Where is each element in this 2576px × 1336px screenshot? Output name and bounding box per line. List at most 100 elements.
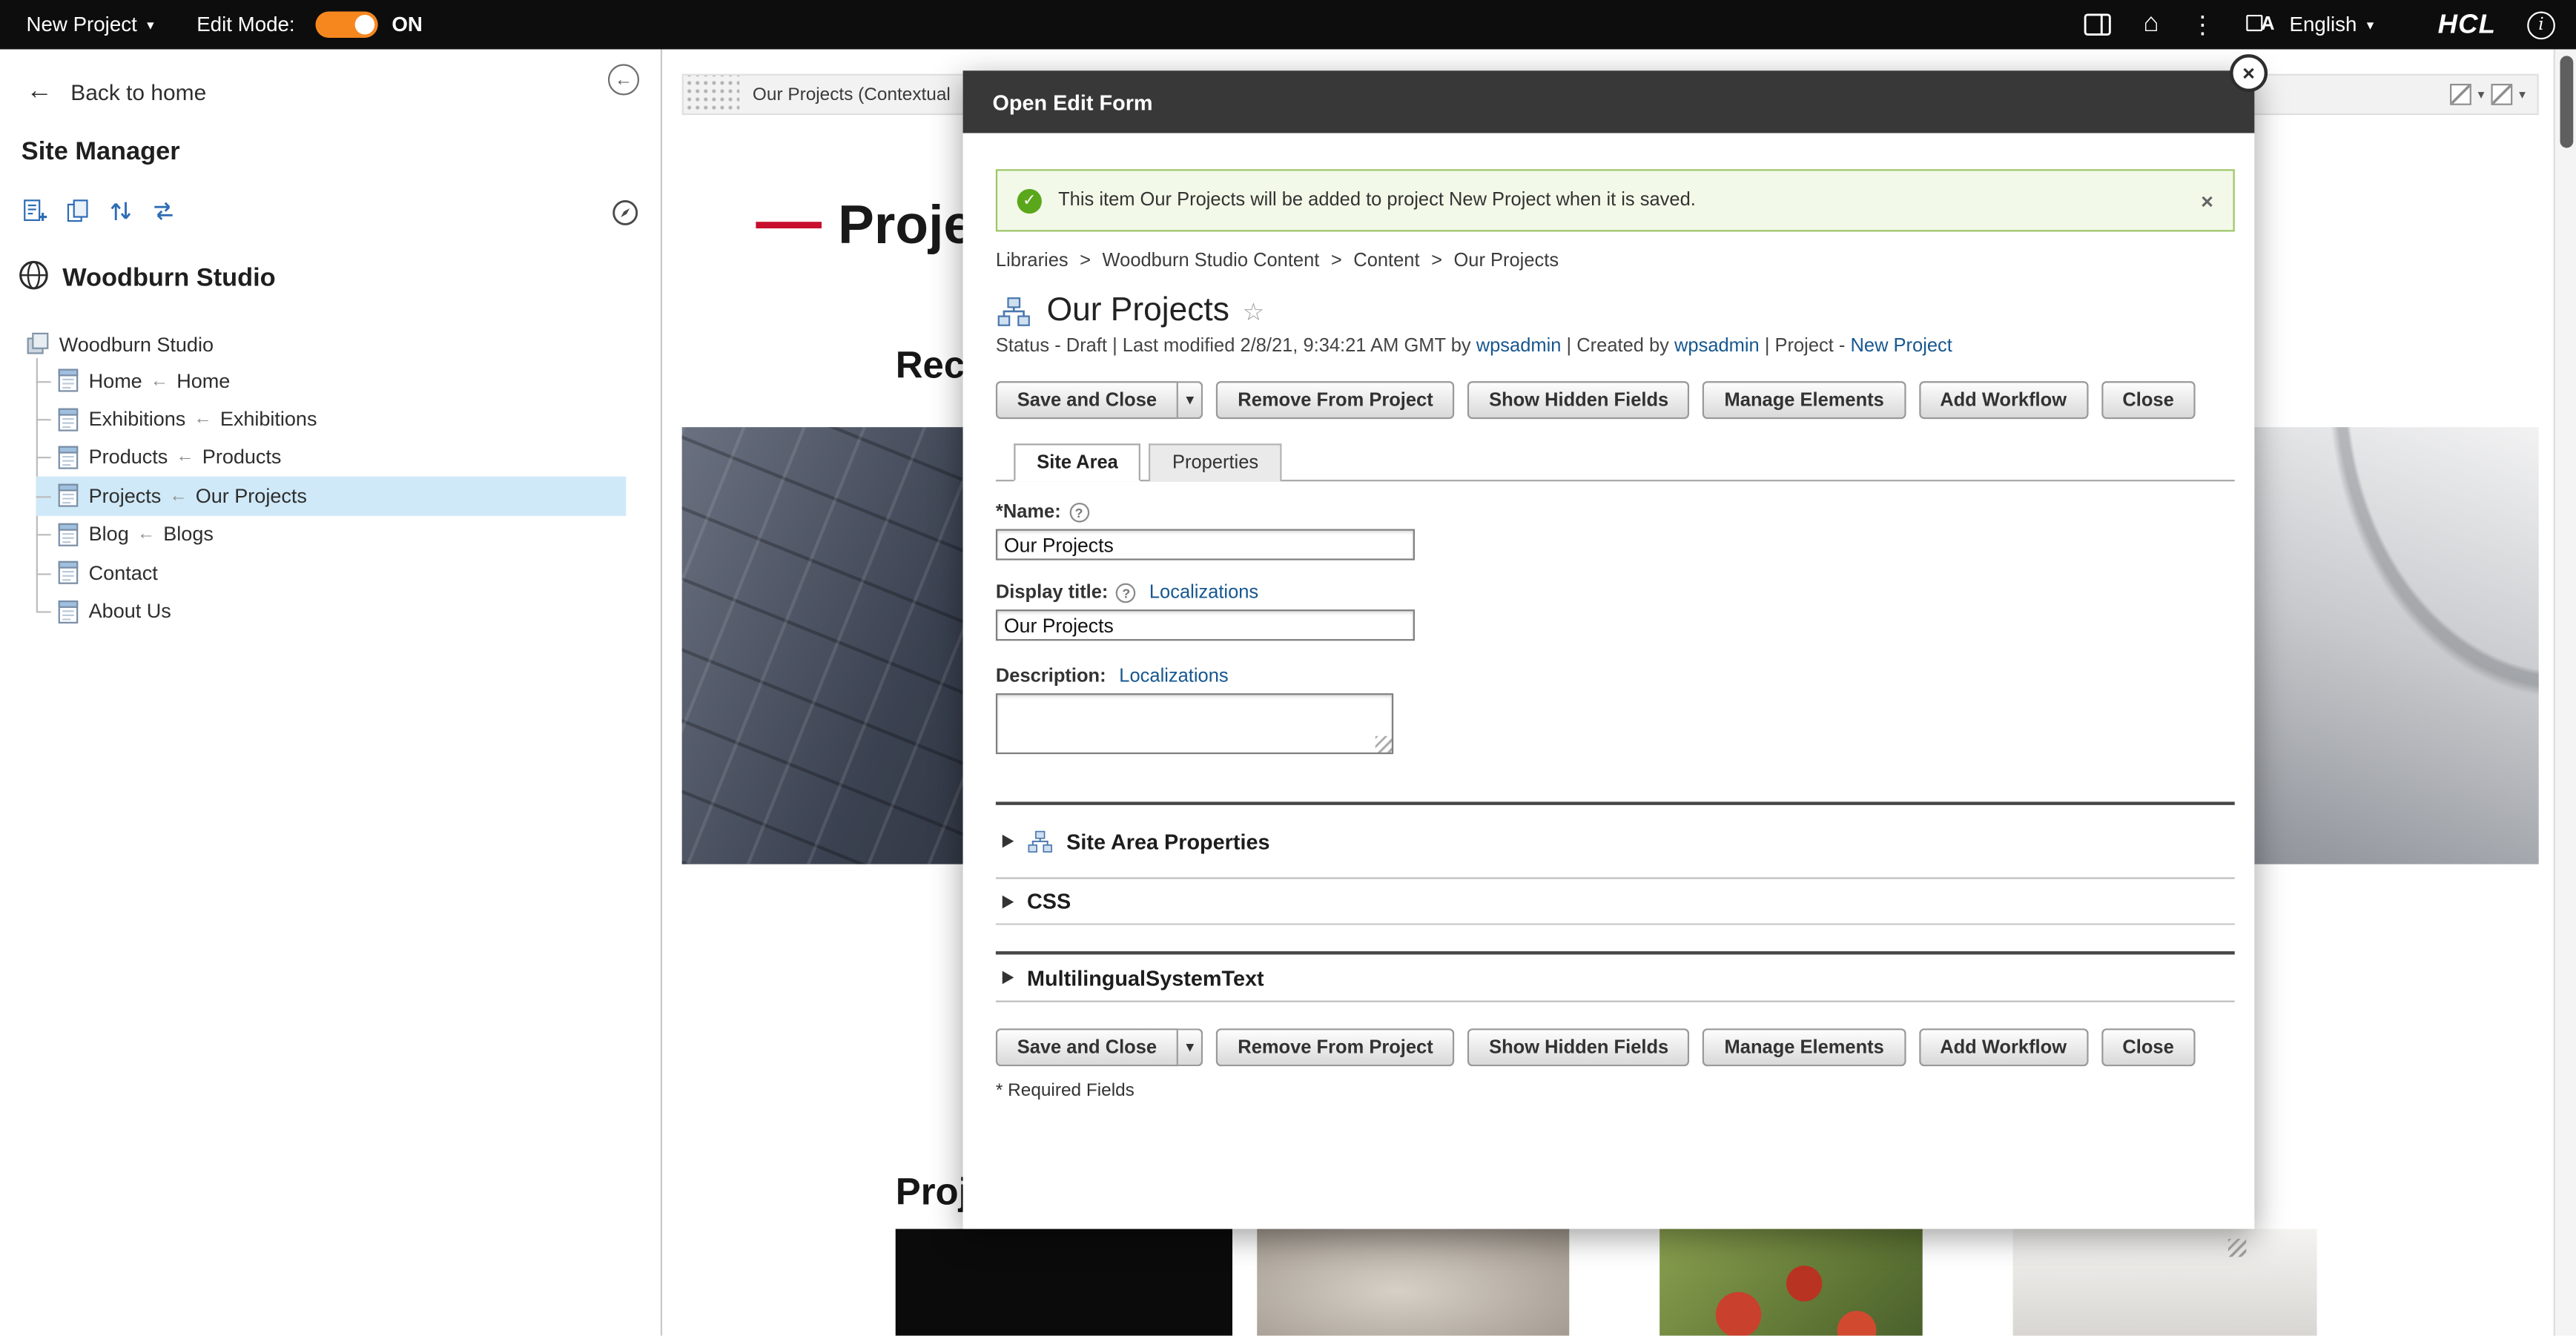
manage-elements-button[interactable]: Manage Elements: [1703, 1028, 1906, 1066]
tree-root-label: Woodburn Studio: [59, 334, 214, 357]
link-items-icon[interactable]: [151, 199, 176, 223]
name-input[interactable]: [996, 529, 1415, 560]
section-multilingual-system-text[interactable]: MultilingualSystemText: [996, 951, 2235, 1002]
chevron-down-icon[interactable]: ▾: [2478, 87, 2485, 102]
language-menu[interactable]: A English ▾: [2246, 13, 2374, 36]
home-icon[interactable]: ⌂: [2143, 12, 2159, 38]
help-icon[interactable]: ?: [1069, 503, 1089, 523]
site-tree: Woodburn Studio Home ← Home Exhibitions …: [0, 328, 661, 630]
map-arrow-icon: ←: [137, 524, 155, 544]
project-menu[interactable]: New Project ▾: [26, 13, 153, 36]
breadcrumb-library[interactable]: Woodburn Studio Content: [1103, 251, 1320, 271]
remove-from-project-button[interactable]: Remove From Project: [1216, 1028, 1454, 1066]
info-icon[interactable]: i: [2527, 10, 2555, 39]
name-label-row: *Name: ?: [996, 503, 2235, 523]
tree-item-products[interactable]: Products ← Products: [36, 438, 627, 477]
manage-elements-button[interactable]: Manage Elements: [1703, 381, 1906, 419]
status-line: Status - Draft | Last modified 2/8/21, 9…: [996, 337, 2235, 357]
portlet-edit-icon[interactable]: [2450, 84, 2471, 105]
tree-root[interactable]: Woodburn Studio: [0, 328, 661, 361]
add-workflow-button[interactable]: Add Workflow: [1918, 1028, 2087, 1066]
created-by-link[interactable]: wpsadmin: [1674, 337, 1760, 357]
display-title-label: Display title:: [996, 583, 1109, 603]
remove-from-project-button[interactable]: Remove From Project: [1216, 381, 1454, 419]
tree-item-contact[interactable]: Contact: [36, 554, 627, 592]
page-icon: [58, 522, 79, 546]
scrollbar-thumb[interactable]: [2560, 56, 2574, 148]
close-button[interactable]: Close: [2101, 381, 2196, 419]
tree-item-projects[interactable]: Projects ← Our Projects: [36, 477, 627, 515]
section-label: CSS: [1027, 889, 1071, 913]
close-button[interactable]: Close: [2101, 1028, 2196, 1066]
banner-close-icon[interactable]: ×: [2201, 188, 2213, 213]
toolbar-bottom: Save and Close ▾ Remove From Project Sho…: [996, 1028, 2235, 1066]
page-scrollbar[interactable]: [2554, 49, 2576, 1335]
project-menu-label: New Project: [26, 13, 136, 36]
expand-arrow-icon: [1003, 895, 1014, 908]
tree-item-label: Exhibitions: [89, 408, 186, 431]
collapse-panel-button[interactable]: ←: [608, 64, 639, 95]
check-circle-icon: ✓: [1017, 188, 1042, 213]
chevron-down-icon[interactable]: ▾: [2519, 87, 2526, 102]
save-split-button: Save and Close ▾: [996, 381, 1203, 419]
localizations-link[interactable]: Localizations: [1119, 667, 1228, 687]
breadcrumb-separator: >: [1420, 251, 1454, 271]
name-label: *Name:: [996, 503, 1061, 523]
breadcrumb-content[interactable]: Content: [1353, 251, 1419, 271]
toolbar-top: Save and Close ▾ Remove From Project Sho…: [996, 381, 2235, 419]
section-css[interactable]: CSS: [996, 877, 2235, 925]
description-label-row: Description: Localizations: [996, 667, 2235, 687]
breadcrumb-separator: >: [1319, 251, 1353, 271]
tree-item-about-us[interactable]: About Us: [36, 592, 627, 631]
tree-item-label: Projects: [89, 484, 162, 507]
tree-item-label: Products: [89, 446, 168, 469]
drag-handle[interactable]: [684, 76, 739, 113]
favorite-star-icon[interactable]: ☆: [1243, 297, 1265, 326]
recent-heading: Rec: [896, 343, 965, 388]
tab-site-area[interactable]: Site Area: [1014, 443, 1141, 481]
preview-panel-icon[interactable]: [2084, 13, 2113, 36]
help-icon[interactable]: ?: [1117, 583, 1137, 603]
display-title-input[interactable]: [996, 609, 1415, 641]
page-icon: [58, 599, 79, 624]
compass-icon[interactable]: [611, 199, 639, 227]
required-fields-note: * Required Fields: [996, 1081, 2235, 1101]
topbar-left: New Project ▾ Edit Mode: ON: [0, 12, 423, 38]
localizations-link[interactable]: Localizations: [1149, 583, 1258, 603]
save-options-button[interactable]: ▾: [1178, 381, 1203, 419]
show-hidden-fields-button[interactable]: Show Hidden Fields: [1467, 1028, 1690, 1066]
map-arrow-icon: ←: [176, 448, 194, 468]
move-up-down-icon[interactable]: [108, 199, 133, 223]
copy-item-icon[interactable]: [66, 199, 90, 223]
sidebar-title: Site Manager: [22, 138, 180, 168]
modified-by-link[interactable]: wpsadmin: [1476, 337, 1562, 357]
add-workflow-button[interactable]: Add Workflow: [1918, 381, 2087, 419]
tree-item-exhibitions[interactable]: Exhibitions ← Exhibitions: [36, 400, 627, 438]
kebab-menu-icon[interactable]: ⋮: [2190, 13, 2215, 37]
save-and-close-button[interactable]: Save and Close: [996, 381, 1178, 419]
dialog-close-button[interactable]: ×: [2230, 54, 2268, 92]
description-textarea[interactable]: [996, 693, 1393, 754]
breadcrumb-libraries[interactable]: Libraries: [996, 251, 1069, 271]
edit-mode-toggle[interactable]: [316, 12, 378, 38]
back-to-home-link[interactable]: ← Back to home: [26, 77, 206, 107]
toggle-knob: [356, 15, 376, 35]
section-site-area-properties[interactable]: Site Area Properties: [996, 801, 2235, 877]
tree-item-home[interactable]: Home ← Home: [36, 362, 627, 400]
portlet-menu-icon[interactable]: [2491, 84, 2512, 105]
tree-item-blog[interactable]: Blog ← Blogs: [36, 515, 627, 554]
save-options-button[interactable]: ▾: [1178, 1028, 1203, 1066]
tree-item-target: Products: [202, 446, 282, 469]
heading-accent-bar: [756, 222, 822, 228]
resize-handle[interactable]: [2228, 1239, 2246, 1257]
tab-properties[interactable]: Properties: [1149, 443, 1281, 481]
save-and-close-button[interactable]: Save and Close: [996, 1028, 1178, 1066]
projects-heading: Proj: [896, 1170, 969, 1214]
tab-bar: Site Area Properties: [996, 443, 2235, 481]
project-link[interactable]: New Project: [1850, 337, 1952, 357]
new-content-icon[interactable]: [22, 199, 47, 223]
site-area-icon: [996, 295, 1032, 328]
show-hidden-fields-button[interactable]: Show Hidden Fields: [1467, 381, 1690, 419]
breadcrumb-current[interactable]: Our Projects: [1453, 251, 1559, 271]
breadcrumb-separator: >: [1069, 251, 1103, 271]
